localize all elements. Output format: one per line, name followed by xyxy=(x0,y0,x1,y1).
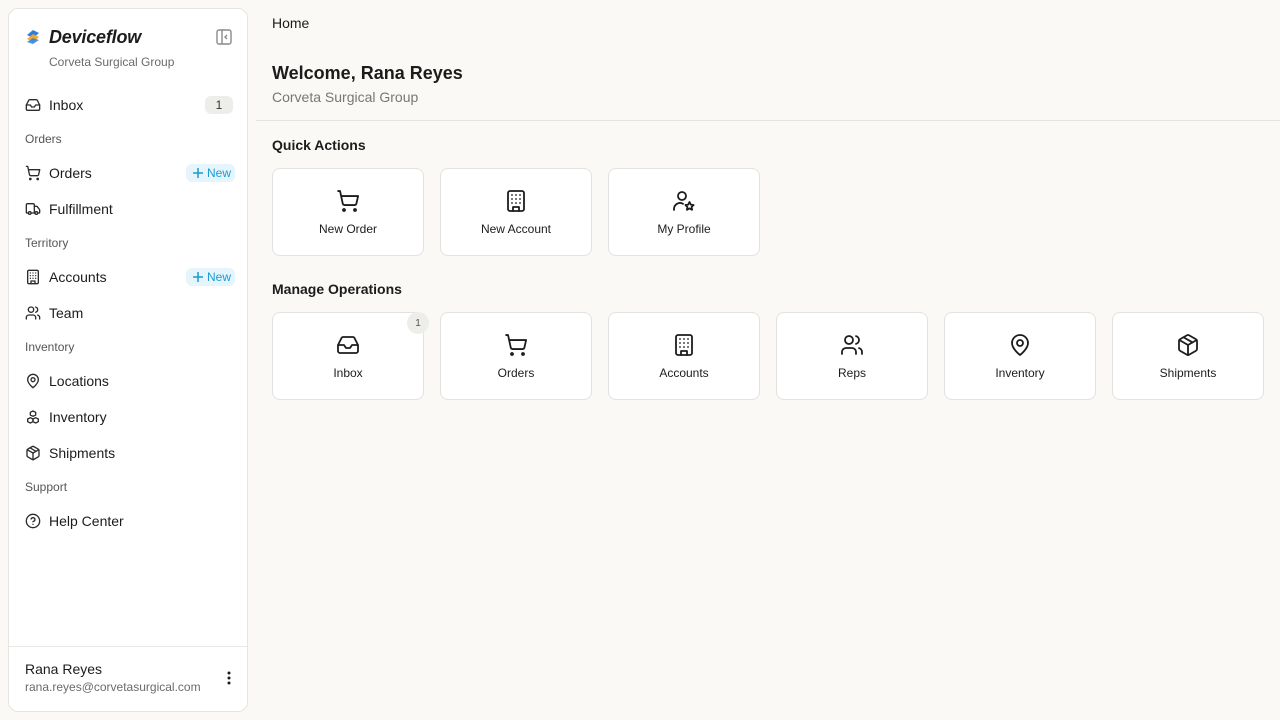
users-icon xyxy=(25,305,41,321)
map-pin-icon xyxy=(1008,333,1032,357)
sidebar-item-inbox[interactable]: Inbox 1 xyxy=(9,87,247,123)
page-subtitle: Corveta Surgical Group xyxy=(272,89,419,105)
sidebar-item-orders[interactable]: Orders New xyxy=(9,155,247,191)
card-label: New Order xyxy=(318,221,377,236)
new-order-button[interactable]: New xyxy=(185,164,235,182)
quick-action-my-profile[interactable]: My Profile xyxy=(608,168,760,256)
sidebar-item-inventory[interactable]: Inventory xyxy=(9,399,247,435)
section-title-orders: Orders xyxy=(25,132,62,146)
section-title-inventory: Inventory xyxy=(25,340,75,354)
sidebar-item-help-center[interactable]: Help Center xyxy=(9,503,247,539)
sidebar-item-fulfillment[interactable]: Fulfillment xyxy=(9,191,247,227)
cart-icon xyxy=(504,333,528,357)
card-label: Shipments xyxy=(1159,365,1217,380)
sidebar-item-label: Inbox xyxy=(49,97,84,113)
building-icon xyxy=(504,189,528,213)
collapse-sidebar-icon[interactable] xyxy=(215,28,233,46)
header-divider xyxy=(256,120,1280,121)
card-label: My Profile xyxy=(657,221,711,236)
new-label: New xyxy=(206,166,231,180)
brand-header: Deviceflow Corveta Surgical Group xyxy=(9,9,247,87)
sidebar-item-team[interactable]: Team xyxy=(9,295,247,331)
sidebar-item-label: Locations xyxy=(49,373,109,389)
cart-icon xyxy=(336,189,360,213)
inbox-count-badge: 1 xyxy=(205,96,233,114)
sidebar: Deviceflow Corveta Surgical Group Inbox … xyxy=(8,8,248,712)
cart-icon xyxy=(25,165,41,181)
quick-action-new-account[interactable]: New Account xyxy=(440,168,592,256)
quick-actions-row: New Order New Account My Profile xyxy=(272,168,760,256)
users-icon xyxy=(840,333,864,357)
card-label: Reps xyxy=(837,365,866,380)
sidebar-nav: Inbox 1 Orders Orders New Fulfillment Te… xyxy=(9,87,247,646)
sidebar-item-label: Shipments xyxy=(49,445,116,461)
section-title-support: Support xyxy=(25,480,68,494)
quick-actions-title: Quick Actions xyxy=(272,137,366,153)
manage-accounts[interactable]: Accounts xyxy=(608,312,760,400)
more-vertical-icon[interactable] xyxy=(227,671,231,685)
page-title: Welcome, Rana Reyes xyxy=(272,63,463,83)
app-name: Deviceflow xyxy=(49,26,142,47)
truck-icon xyxy=(25,201,41,217)
manage-operations-row: 1 Inbox Orders Accounts Reps Inventory S… xyxy=(272,312,1264,400)
package-icon xyxy=(1176,333,1200,357)
manage-shipments[interactable]: Shipments xyxy=(1112,312,1264,400)
user-profile-footer: Rana Reyes rana.reyes@corvetasurgical.co… xyxy=(9,646,247,711)
manage-reps[interactable]: Reps xyxy=(776,312,928,400)
manage-inventory[interactable]: Inventory xyxy=(944,312,1096,400)
new-account-button[interactable]: New xyxy=(185,268,235,286)
inbox-icon xyxy=(336,333,360,357)
boxes-icon xyxy=(25,409,41,425)
card-label: Orders xyxy=(497,365,535,380)
user-name: Rana Reyes xyxy=(25,661,103,677)
breadcrumb[interactable]: Home xyxy=(272,15,309,31)
manage-orders[interactable]: Orders xyxy=(440,312,592,400)
sidebar-item-shipments[interactable]: Shipments xyxy=(9,435,247,471)
user-email: rana.reyes@corvetasurgical.com xyxy=(25,680,201,694)
card-label: Inbox xyxy=(333,365,363,380)
plus-icon xyxy=(192,271,204,283)
sidebar-item-locations[interactable]: Locations xyxy=(9,363,247,399)
plus-icon xyxy=(192,167,204,179)
inbox-count-badge: 1 xyxy=(407,312,429,334)
package-icon xyxy=(25,445,41,461)
card-label: Inventory xyxy=(995,365,1045,380)
sidebar-item-accounts[interactable]: Accounts New xyxy=(9,259,247,295)
user-star-icon xyxy=(672,189,696,213)
sidebar-item-label: Team xyxy=(49,305,84,321)
card-label: New Account xyxy=(480,221,552,236)
sidebar-item-label: Help Center xyxy=(49,513,124,529)
manage-inbox[interactable]: 1 Inbox xyxy=(272,312,429,400)
quick-action-new-order[interactable]: New Order xyxy=(272,168,424,256)
map-pin-icon xyxy=(25,373,41,389)
help-circle-icon xyxy=(25,513,41,529)
main-content: Home Welcome, Rana Reyes Corveta Surgica… xyxy=(256,0,1280,720)
building-icon xyxy=(25,269,41,285)
inbox-icon xyxy=(25,97,41,113)
card-label: Accounts xyxy=(659,365,709,380)
new-label: New xyxy=(206,270,231,284)
building-icon xyxy=(672,333,696,357)
organization-name: Corveta Surgical Group xyxy=(49,55,175,69)
sidebar-item-label: Fulfillment xyxy=(49,201,113,217)
deviceflow-logo-icon xyxy=(25,29,41,45)
manage-operations-title: Manage Operations xyxy=(272,281,402,297)
section-title-territory: Territory xyxy=(25,236,69,250)
sidebar-item-label: Inventory xyxy=(49,409,107,425)
